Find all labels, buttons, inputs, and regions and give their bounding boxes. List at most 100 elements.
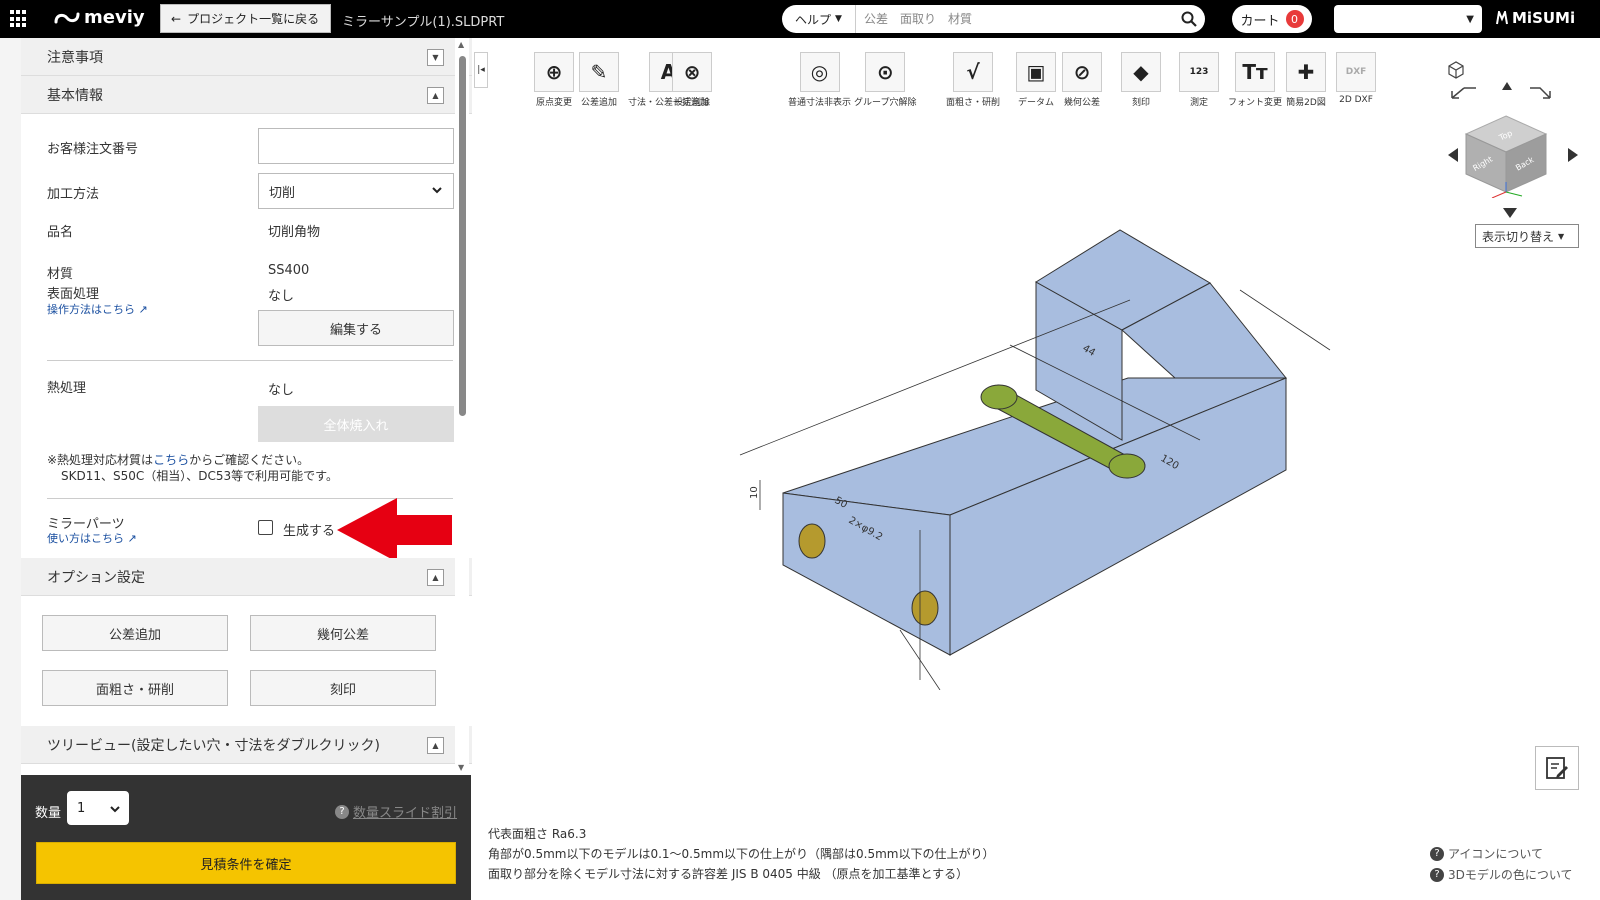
toolbar-button-11[interactable]: Tт フォント変更 [1228,52,1282,108]
toolbar-button-6[interactable]: √ 面粗さ・研削 [946,52,1000,108]
rotate-left-arrow-icon[interactable] [1448,148,1458,162]
icon-help-link[interactable]: ? アイコンについて [1430,845,1543,862]
display-switch-dropdown[interactable]: 表示切り替え ▼ [1475,224,1579,248]
opt-tolerance-button[interactable]: 公差追加 [42,615,228,651]
toolbar-button-0[interactable]: ⊕ 原点変更 [534,52,574,108]
model-slot-end [1108,453,1146,479]
mirror-check-label[interactable]: 生成する [283,520,335,539]
color-help-link[interactable]: ? 3Dモデルの色について [1430,866,1573,883]
section-caution[interactable]: 注意事項 ▼ [21,38,472,76]
process-select[interactable]: 切削 [258,173,454,209]
dim-10[interactable]: 10 [749,486,760,499]
qty-discount-link[interactable]: ? 数量スライド割引 [334,802,457,821]
toolbar-button-1[interactable]: ✎ 公差追加 [579,52,619,108]
memo-button[interactable] [1535,746,1579,790]
help-circle-icon: ? [334,804,349,819]
chevron-down-icon: ▼ [1466,13,1474,25]
material-value: SS400 [268,263,310,278]
toolbar-label: 幾何公差 [1063,98,1100,108]
3d-model-view[interactable]: 44 120 10 50 2×φ9.2 [720,220,1340,690]
product-value: 切削角物 [268,225,321,240]
meviy-logo[interactable]: meviy [54,7,145,28]
cart-count-badge: 0 [1285,10,1304,28]
simple-2d-icon: ✚ [1286,52,1326,92]
meviy-mark-icon [54,12,80,23]
toolbar-button-12[interactable]: ✚ 簡易2D図 [1286,52,1326,108]
quench-button[interactable]: 全体焼入れ [258,406,454,442]
toolbar-button-7[interactable]: ▣ データム [1016,52,1056,108]
rotate-right-arrow-icon[interactable] [1568,148,1578,162]
expand-caution-button[interactable]: ▼ [427,49,444,66]
collapse-basic-button[interactable]: ▲ [427,87,444,104]
user-dropdown[interactable]: ▼ [1334,5,1482,33]
engrave-icon: ◆ [1121,52,1161,92]
mirror-checkbox[interactable] [258,520,273,535]
collapse-tree-button[interactable]: ▲ [427,737,444,754]
search-input[interactable] [856,6,1173,32]
help-dropdown[interactable]: ヘルプ ▼ [782,5,856,33]
rotate-up-icon[interactable] [1502,82,1512,90]
sidebar-scrollbar[interactable]: ▲ ▼ [455,38,469,775]
confirm-button-label: 見積条件を確定 [200,857,292,873]
rotate-left-icon[interactable] [1451,87,1476,99]
scroll-down-icon[interactable]: ▼ [458,763,464,772]
model-front-face[interactable] [782,492,951,656]
scrollbar-thumb[interactable] [459,56,466,416]
qty-value: 1 [77,800,86,816]
edit-button[interactable]: 編集する [258,310,454,346]
scroll-up-icon[interactable]: ▲ [458,40,464,49]
opt-engrave-button[interactable]: 刻印 [250,670,436,706]
model-hole[interactable] [911,590,939,626]
toolbar-button-10[interactable]: 123 測定 [1179,52,1219,108]
settings-panel: 注意事項 ▼ 基本情報 ▲ お客様注文番号 加工方法 切削 品名 切削角物 材質… [21,38,472,775]
toolbar-button-4[interactable]: ◎ 普通寸法非表示 [788,52,851,108]
note-link[interactable]: こちら [153,453,189,467]
hide-dimension-icon: ◎ [799,52,840,92]
arrow-left-icon: ← [171,11,182,26]
misumi-logo[interactable]: MiSUMi [1496,9,1575,27]
help-circle-icon: ? [1430,846,1444,861]
cart-label: カート [1240,13,1280,29]
opt-roughness-button[interactable]: 面粗さ・研削 [42,670,228,706]
roughness-icon: √ [953,52,993,92]
cart-button[interactable]: カート 0 [1232,5,1312,33]
qty-select[interactable]: 1 [67,791,129,825]
back-to-projects-button[interactable]: ← プロジェクト一覧に戻る [160,4,331,33]
model-hole[interactable] [798,523,826,559]
toolbar-button-8[interactable]: ⊘ 幾何公差 [1062,52,1102,108]
collapse-options-button[interactable]: ▲ [427,569,444,586]
section-tree-title: ツリービュー(設定したい穴・寸法をダブルクリック) [47,737,380,754]
toolbar-button-9[interactable]: ◆ 刻印 [1121,52,1161,108]
section-basic-info[interactable]: 基本情報 ▲ [21,76,472,114]
app-grid-icon[interactable] [10,10,28,28]
rotate-down-arrow-icon[interactable] [1503,208,1517,218]
quench-button-label: 全体焼入れ [323,418,389,434]
toolbar-button-5[interactable]: ⊙ グループ穴解除 [854,52,916,108]
note-suffix: からご確認ください。 [189,453,310,467]
section-options[interactable]: オプション設定 ▲ [21,558,472,596]
top-header: meviy ← プロジェクト一覧に戻る ミラーサンプル(1).SLDPRT ヘル… [0,0,1600,38]
search-icon[interactable] [1173,11,1205,27]
main-panel-toggle[interactable]: |◂ [474,52,488,88]
opt-geometric-label: 幾何公差 [316,627,369,643]
howto-link[interactable]: 操作方法はこちら ↗ [47,301,148,317]
toolbar-label: 面粗さ・研削 [946,98,1001,108]
misumi-logo-text: MiSUMi [1512,9,1576,27]
back-button-label: プロジェクト一覧に戻る [187,12,320,26]
rotate-right-icon[interactable] [1530,87,1551,99]
font-icon: Tт [1235,52,1275,92]
toolbar-button-3[interactable]: ⊗ 設定削除 [672,52,712,108]
opt-engrave-label: 刻印 [329,682,356,698]
confirm-quote-button[interactable]: 見積条件を確定 [36,842,456,884]
section-tree-view[interactable]: ツリービュー(設定したい穴・寸法をダブルクリック) ▲ [21,726,472,764]
mirror-howto-link[interactable]: 使い方はこちら ↗ [47,530,137,546]
product-label: 品名 [47,225,74,240]
order-no-input[interactable] [258,128,454,164]
chevron-down-icon: ▼ [1558,231,1565,241]
opt-geometric-button[interactable]: 幾何公差 [250,615,436,651]
cube-small-icon[interactable] [1448,61,1464,79]
toolbar-button-13[interactable]: DXF 2D DXF [1336,52,1376,105]
view-cube[interactable]: Top Right Back [1440,58,1590,198]
howto-link-text: 操作方法はこちら [47,303,135,316]
toolbar-label: 普通寸法非表示 [788,98,852,108]
